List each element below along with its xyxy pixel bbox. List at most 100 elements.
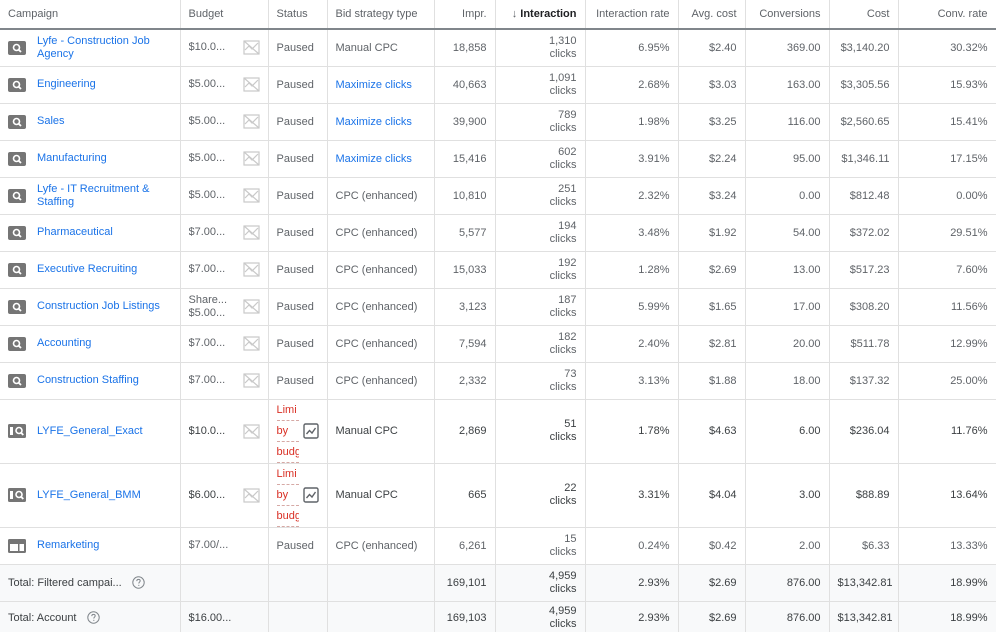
budget-cell: $5.00...: [180, 177, 269, 215]
column-header-bid-strategy-type[interactable]: Bid strategy type: [327, 0, 435, 30]
interaction-count: 4,959: [548, 604, 577, 617]
limited-status: Limi by budg: [276, 400, 319, 463]
column-header-budget[interactable]: Budget: [180, 0, 269, 30]
limited-by-budget-status[interactable]: Limi by budg: [276, 464, 299, 527]
column-header-cost[interactable]: Cost: [829, 0, 899, 30]
campaign-cell: Accounting: [0, 325, 181, 363]
column-header-status[interactable]: Status: [268, 0, 328, 30]
impressions-cell: 39,900: [434, 103, 496, 141]
bid-strategy-link[interactable]: Maximize clicks: [336, 153, 412, 165]
campaign-name-link[interactable]: Pharmaceutical: [37, 226, 113, 239]
column-header-interaction-rate[interactable]: Interaction rate: [585, 0, 679, 30]
interaction-cell: 182 clicks: [495, 325, 586, 363]
total-avg-cost-cell-value: $2.69: [708, 576, 737, 589]
budget: $5.00...: [189, 151, 260, 166]
budget-value[interactable]: $5.00...: [189, 78, 226, 91]
interaction-unit: clicks: [549, 617, 577, 630]
campaign: Sales: [8, 114, 172, 129]
status-text: Paused: [276, 337, 314, 350]
trend-chart-icon[interactable]: [302, 423, 319, 439]
impressions-cell-value: 2,869: [458, 425, 487, 437]
limited-by-budget-status[interactable]: Limi by budg: [276, 400, 299, 463]
display-campaign-icon: [8, 538, 26, 553]
status-text: Paused: [276, 78, 314, 91]
avg-cost-cell-value: $2.69: [708, 263, 737, 276]
conversions-cell-value: 17.00: [792, 300, 821, 313]
bid-strategy-link[interactable]: Maximize clicks: [336, 116, 412, 128]
campaign-name-link[interactable]: Executive Recruiting: [37, 263, 137, 276]
campaign: Remarketing: [8, 538, 172, 553]
budget-value[interactable]: $5.00...: [189, 152, 226, 165]
campaign-cell: LYFE_General_Exact: [0, 399, 181, 464]
campaign: Accounting: [8, 336, 172, 351]
interaction-count: 15: [564, 532, 577, 545]
interaction-cell: 789 clicks: [495, 103, 586, 141]
interaction-cell: 1,091 clicks: [495, 66, 586, 104]
column-header-conv-rate[interactable]: Conv. rate: [898, 0, 996, 30]
budget-value[interactable]: $5.00...: [189, 189, 226, 202]
search-campaign-icon: [8, 373, 26, 388]
column-header-campaign[interactable]: Campaign: [0, 0, 181, 30]
budget-cell: Share... $5.00...: [180, 288, 269, 326]
budget: Share... $5.00...: [189, 294, 260, 320]
cost-cell-value: $812.48: [849, 189, 890, 202]
budget-value[interactable]: $7.00...: [189, 226, 226, 239]
avg-cost-cell: $2.69: [678, 251, 746, 289]
campaign-name-link[interactable]: Accounting: [37, 337, 91, 350]
campaign-name-link[interactable]: Lyfe - IT Recruitment & Staffing: [37, 183, 172, 209]
avg-cost-cell: $1.65: [678, 288, 746, 326]
help-icon[interactable]: [86, 611, 100, 624]
budget-value[interactable]: $10.0...: [189, 425, 226, 438]
bid-strategy-cell: Manual CPC: [327, 463, 435, 528]
conv-rate-cell-value: 25.00%: [950, 374, 988, 387]
budget: $7.00...: [189, 225, 260, 240]
interaction-value: 51 clicks: [504, 418, 577, 444]
campaign-name-link[interactable]: Remarketing: [37, 539, 99, 552]
help-icon[interactable]: [132, 576, 145, 589]
budget-value[interactable]: $7.00...: [189, 337, 226, 350]
interaction-count: 51: [564, 418, 577, 430]
campaign-row: Engineering $5.00... Paused Maximize click…: [0, 66, 996, 104]
interaction-rate-cell-value: 1.98%: [638, 115, 670, 128]
campaign-name-link[interactable]: Sales: [37, 115, 65, 128]
campaign-row: Executive Recruiting $7.00... Paused CPC (…: [0, 251, 996, 289]
campaign-name-link[interactable]: Construction Staffing: [37, 374, 139, 387]
campaign-name-link[interactable]: LYFE_General_Exact: [37, 425, 143, 438]
budget-value[interactable]: $7.00...: [189, 263, 226, 276]
campaign-name-link[interactable]: Construction Job Listings: [37, 300, 160, 313]
bid-strategy-cell: CPC (enhanced): [327, 214, 435, 252]
campaign: Manufacturing: [8, 151, 172, 166]
bid-strategy-link[interactable]: Maximize clicks: [336, 79, 412, 91]
bid-strategy-cell: Manual CPC: [327, 399, 435, 464]
budget-value[interactable]: $6.00...: [189, 489, 226, 502]
bid-strategy-cell: Manual CPC: [327, 29, 435, 67]
limited-status: Limi by budg: [276, 464, 319, 527]
interaction-cell: 602 clicks: [495, 140, 586, 178]
campaign: Lyfe - IT Recruitment & Staffing: [8, 183, 172, 209]
budget-value[interactable]: $7.00/...: [189, 539, 229, 552]
interaction-rate-cell: 2.32%: [585, 177, 679, 215]
column-header-impr[interactable]: Impr.: [434, 0, 496, 30]
campaign-name-link[interactable]: Engineering: [37, 78, 96, 91]
interaction-count: 22: [564, 482, 577, 494]
budget-value[interactable]: $10.0...: [189, 41, 226, 54]
status-text-line: by: [276, 485, 299, 506]
column-header-avg-cost[interactable]: Avg. cost: [678, 0, 746, 30]
interaction-rate-cell: 1.78%: [585, 399, 679, 464]
campaign-cell: Engineering: [0, 66, 181, 104]
trend-chart-icon[interactable]: [302, 487, 319, 503]
conv-rate-cell-value: 11.56%: [951, 300, 988, 313]
cost-cell-value: $3,305.56: [840, 78, 890, 91]
campaign-name-link[interactable]: Manufacturing: [37, 152, 107, 165]
avg-cost-cell: $0.42: [678, 527, 746, 565]
budget-value[interactable]: $5.00...: [189, 115, 226, 128]
budget-amount: $5.00...: [188, 152, 226, 164]
campaign-name-link[interactable]: Lyfe - Construction Job Agency: [37, 35, 172, 61]
column-header-interaction[interactable]: ↓ Interaction: [495, 0, 586, 30]
budget-value[interactable]: $7.00...: [189, 374, 226, 387]
interaction-rate-cell-value: 1.78%: [638, 425, 670, 437]
campaign-name-link[interactable]: LYFE_General_BMM: [37, 489, 141, 502]
budget-value[interactable]: Share... $5.00...: [189, 294, 228, 320]
column-header-conversions[interactable]: Conversions: [745, 0, 830, 30]
interaction-cell: 15 clicks: [495, 527, 586, 565]
